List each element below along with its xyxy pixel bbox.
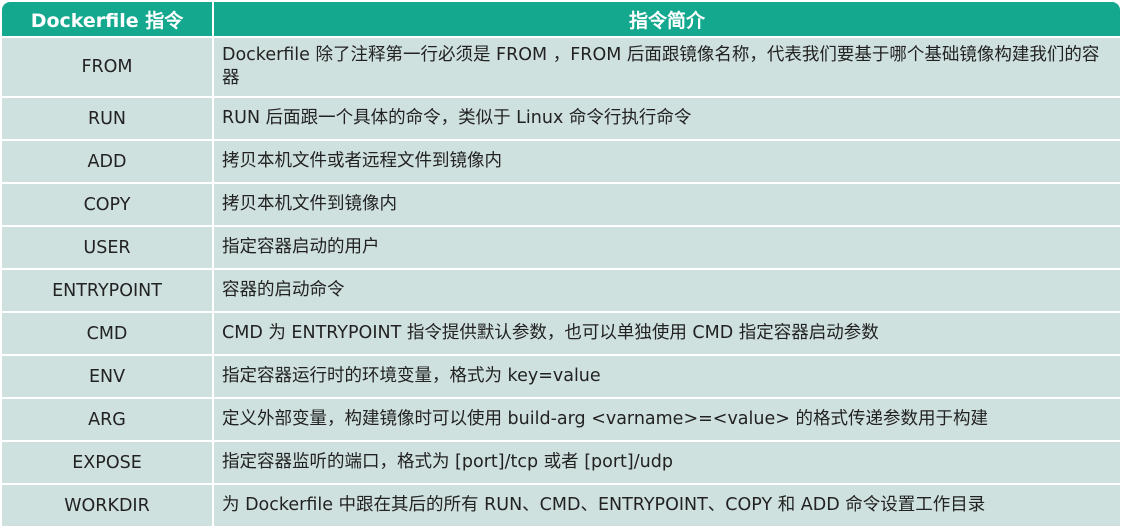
table-row: WORKDIR 为 Dockerfile 中跟在其后的所有 RUN、CMD、EN… — [2, 483, 1120, 526]
description-cell: RUN 后面跟一个具体的命令，类似于 Linux 命令行执行命令 — [213, 96, 1120, 140]
description-cell: CMD 为 ENTRYPOINT 指令提供默认参数，也可以单独使用 CMD 指定… — [213, 311, 1120, 355]
table-row: ARG 定义外部变量，构建镜像时可以使用 build-arg <varname>… — [2, 397, 1120, 441]
instruction-cell: USER — [2, 225, 214, 269]
table-row: RUN RUN 后面跟一个具体的命令，类似于 Linux 命令行执行命令 — [2, 96, 1120, 140]
table-row: CMD CMD 为 ENTRYPOINT 指令提供默认参数，也可以单独使用 CM… — [2, 311, 1120, 355]
instruction-cell: COPY — [2, 182, 214, 226]
header-row: Dockerfile 指令 指令简介 — [2, 2, 1120, 37]
description-cell: 拷贝本机文件到镜像内 — [213, 182, 1120, 226]
table-row: EXPOSE 指定容器监听的端口，格式为 [port]/tcp 或者 [port… — [2, 440, 1120, 484]
instruction-cell: RUN — [2, 96, 214, 140]
instruction-cell: ARG — [2, 397, 214, 441]
dockerfile-instructions-table: Dockerfile 指令 指令简介 FROM Dockerfile 除了注释第… — [2, 2, 1120, 526]
table-row: COPY 拷贝本机文件到镜像内 — [2, 182, 1120, 226]
description-cell: 为 Dockerfile 中跟在其后的所有 RUN、CMD、ENTRYPOINT… — [213, 483, 1120, 526]
description-cell: 容器的启动命令 — [213, 268, 1120, 312]
table-row: FROM Dockerfile 除了注释第一行必须是 FROM ，FROM 后面… — [2, 36, 1120, 97]
page: Dockerfile 指令 指令简介 FROM Dockerfile 除了注释第… — [0, 0, 1122, 528]
description-cell: 指定容器监听的端口，格式为 [port]/tcp 或者 [port]/udp — [213, 440, 1120, 484]
instruction-cell: ENTRYPOINT — [2, 268, 214, 312]
instruction-cell: WORKDIR — [2, 483, 214, 526]
instruction-cell: FROM — [2, 36, 214, 97]
table-row: ENTRYPOINT 容器的启动命令 — [2, 268, 1120, 312]
description-cell: 指定容器运行时的环境变量，格式为 key=value — [213, 354, 1120, 398]
description-cell: Dockerfile 除了注释第一行必须是 FROM ，FROM 后面跟镜像名称… — [213, 36, 1120, 97]
description-cell: 定义外部变量，构建镜像时可以使用 build-arg <varname>=<va… — [213, 397, 1120, 441]
instruction-cell: ENV — [2, 354, 214, 398]
description-cell: 指定容器启动的用户 — [213, 225, 1120, 269]
table-row: ADD 拷贝本机文件或者远程文件到镜像内 — [2, 139, 1120, 183]
table-row: ENV 指定容器运行时的环境变量，格式为 key=value — [2, 354, 1120, 398]
header-instruction: Dockerfile 指令 — [2, 2, 214, 37]
instruction-cell: CMD — [2, 311, 214, 355]
description-cell: 拷贝本机文件或者远程文件到镜像内 — [213, 139, 1120, 183]
instruction-cell: EXPOSE — [2, 440, 214, 484]
table-row: USER 指定容器启动的用户 — [2, 225, 1120, 269]
header-description: 指令简介 — [213, 2, 1120, 37]
instruction-cell: ADD — [2, 139, 214, 183]
